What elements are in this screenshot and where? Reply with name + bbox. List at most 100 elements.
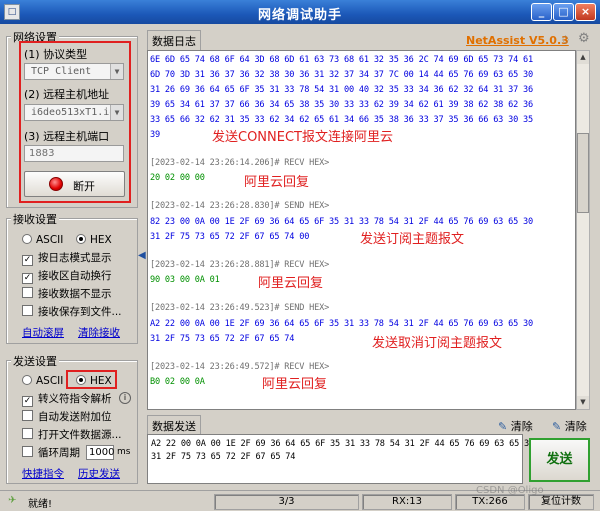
send-opt1-label: 转义符指令解析 xyxy=(38,393,112,405)
chevron-down-icon[interactable]: ▼ xyxy=(110,105,123,120)
log-hex-line: 33 65 66 32 62 31 35 33 62 34 62 65 61 3… xyxy=(150,115,533,125)
log-hex-line: 39 xyxy=(150,130,160,140)
checkbox-icon xyxy=(22,410,33,421)
shortcut-cmd-link[interactable]: 快捷指令 xyxy=(22,466,64,481)
period-unit: ms xyxy=(117,447,131,457)
host-select[interactable]: i6deo513xT1.iot- ▼ xyxy=(24,104,124,121)
recv-wrap-check[interactable]: ✓ 接收区自动换行 xyxy=(22,269,112,284)
recv-ascii-label: ASCII xyxy=(36,234,64,246)
maximize-button[interactable]: □ xyxy=(553,3,574,21)
status-tx: TX:266 xyxy=(455,494,525,510)
log-hex-line: 31 2F 75 73 65 72 2F 67 65 74 00 xyxy=(150,232,310,242)
log-hex-line: A2 22 00 0A 00 1E 2F 69 36 64 65 6F 35 3… xyxy=(150,319,533,329)
annotation: 发送取消订阅主题报文 xyxy=(372,336,503,351)
log-hex-line: 82 23 00 0A 00 1E 2F 69 36 64 65 6F 35 3… xyxy=(150,217,533,227)
scroll-thumb[interactable] xyxy=(577,133,589,213)
log-hex-line: 31 26 69 36 64 65 6F 35 31 33 78 54 31 0… xyxy=(150,85,533,95)
settings-icon[interactable]: ⚙ xyxy=(578,31,590,46)
status-ready: 就绪! xyxy=(28,499,53,510)
clear-send-label: 清除 xyxy=(510,420,533,433)
status-rx: RX:13 xyxy=(362,494,452,510)
recv-hide-check[interactable]: 接收数据不显示 xyxy=(22,287,112,301)
reset-count-button[interactable]: 复位计数 xyxy=(528,494,594,510)
log-panel[interactable]: 6E 6D 65 74 68 6F 64 3D 68 6D 61 63 73 6… xyxy=(147,50,576,410)
broom-icon: ✎ xyxy=(552,420,562,433)
send-line: A2 22 00 0A 00 1E 2F 69 36 64 65 6F 35 3… xyxy=(151,439,534,449)
recv-opt2-label: 接收区自动换行 xyxy=(38,270,112,282)
minimize-button[interactable]: _ xyxy=(531,3,552,21)
recv-hex-radio[interactable]: HEX xyxy=(76,233,112,247)
skin-icon[interactable]: ♢ xyxy=(560,33,571,47)
status-icon: ✈ xyxy=(8,495,17,506)
tab-data-send[interactable]: 数据发送 xyxy=(147,415,201,436)
log-hex-line: 39 65 34 61 37 37 66 36 34 65 38 35 30 3… xyxy=(150,100,533,110)
chevron-down-icon[interactable]: ▼ xyxy=(110,64,123,79)
checkbox-icon: ✓ xyxy=(22,273,33,284)
send-button[interactable]: 发送 xyxy=(529,438,590,482)
protocol-select[interactable]: TCP Client ▼ xyxy=(24,63,124,80)
collapse-arrow-icon[interactable]: ◀ xyxy=(138,250,146,261)
scroll-down-icon[interactable]: ▼ xyxy=(577,396,589,409)
port-input[interactable]: 1883 xyxy=(24,145,124,162)
info-icon[interactable]: i xyxy=(119,392,131,404)
scroll-up-icon[interactable]: ▲ xyxy=(577,51,589,64)
annotation: 发送CONNECT报文连接阿里云 xyxy=(212,130,393,145)
recv-opt3-label: 接收数据不显示 xyxy=(38,288,112,300)
log-hex-line: 31 2F 75 73 65 72 2F 67 65 74 xyxy=(150,334,295,344)
history-send-link[interactable]: 历史发送 xyxy=(78,466,120,481)
recv-opt4-label: 接收保存到文件... xyxy=(38,306,122,318)
radio-icon xyxy=(22,234,32,244)
log-timestamp: [2023-02-14 23:26:49.523]# SEND HEX> xyxy=(150,303,330,313)
host-label: (2) 远程主机地址 xyxy=(24,88,110,101)
log-hex-line: 20 02 00 00 xyxy=(150,173,205,183)
recv-hex-label: HEX xyxy=(90,234,112,246)
recv-log-mode-check[interactable]: ✓ 按日志模式显示 xyxy=(22,251,112,266)
checkbox-icon xyxy=(22,287,33,298)
auto-append-check[interactable]: 自动发送附加位 xyxy=(22,410,112,424)
send-ascii-label: ASCII xyxy=(36,375,64,387)
window-title: 网络调试助手 xyxy=(257,8,342,23)
send-opt2-label: 自动发送附加位 xyxy=(38,411,112,423)
protocol-value: TCP Client xyxy=(31,66,92,77)
brand-label[interactable]: NetAssist V5.0.3 xyxy=(466,34,569,47)
send-opt3-label: 打开文件数据源... xyxy=(38,429,122,441)
radio-icon xyxy=(76,234,86,244)
recv-opt1-label: 按日志模式显示 xyxy=(38,252,112,264)
send-line: 31 2F 75 73 65 72 2F 67 65 74 xyxy=(151,452,296,462)
checkbox-icon xyxy=(22,428,33,439)
log-hex-line: 6E 6D 65 74 68 6F 64 3D 68 6D 61 63 73 6… xyxy=(150,55,533,65)
send-settings-title: 发送设置 xyxy=(11,353,59,369)
send-input[interactable]: A2 22 00 0A 00 1E 2F 69 36 64 65 6F 35 3… xyxy=(147,434,534,484)
log-scrollbar[interactable]: ▲ ▼ xyxy=(576,50,590,410)
protocol-label: (1) 协议类型 xyxy=(24,48,88,61)
auto-scroll-link[interactable]: 自动滚屏 xyxy=(22,325,64,340)
recv-save-check[interactable]: 接收保存到文件... xyxy=(22,305,122,319)
period-input[interactable]: 1000 xyxy=(86,445,114,460)
clear-recv-link[interactable]: 清除接收 xyxy=(78,325,120,340)
annotation: 阿里云回复 xyxy=(258,276,324,291)
radio-icon xyxy=(22,375,32,385)
recv-settings-title: 接收设置 xyxy=(11,211,59,227)
disconnect-button[interactable]: 断开 xyxy=(24,171,125,197)
loop-period-check[interactable]: 循环周期 xyxy=(22,446,80,460)
annotation: 阿里云回复 xyxy=(244,175,310,190)
log-timestamp: [2023-02-14 23:26:14.206]# RECV HEX> xyxy=(150,158,330,168)
recv-ascii-radio[interactable]: ASCII xyxy=(22,233,63,247)
status-led-icon xyxy=(49,177,63,191)
checkbox-icon: ✓ xyxy=(22,255,33,266)
file-source-check[interactable]: 打开文件数据源... xyxy=(22,428,122,442)
log-hex-line: B0 02 00 0A xyxy=(150,377,205,387)
tab-data-log[interactable]: 数据日志 xyxy=(147,30,201,51)
clear-all-button[interactable]: ✎ 清除 xyxy=(552,418,587,434)
broom-icon: ✎ xyxy=(498,420,508,433)
status-count: 3/3 xyxy=(214,494,359,510)
hex-highlight-frame xyxy=(66,370,117,389)
title-bar: □ 网络调试助手 _ □ × xyxy=(0,0,600,24)
send-ascii-radio[interactable]: ASCII xyxy=(22,374,63,388)
watermark: CSDN @Oligo xyxy=(476,485,544,496)
port-label: (3) 远程主机端口 xyxy=(24,130,110,143)
escape-parse-check[interactable]: ✓ 转义符指令解析 xyxy=(22,392,112,407)
checkbox-icon: ✓ xyxy=(22,396,33,407)
close-button[interactable]: × xyxy=(575,3,596,21)
clear-send-button[interactable]: ✎ 清除 xyxy=(498,418,533,434)
